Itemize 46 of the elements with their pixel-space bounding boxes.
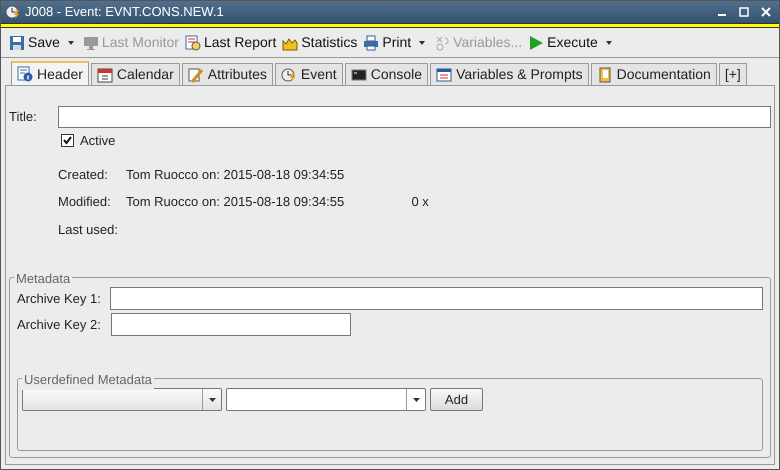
clock-icon bbox=[280, 66, 297, 82]
tab[interactable]: Variables & Prompts bbox=[430, 63, 589, 85]
last-used-label: Last used: bbox=[58, 220, 119, 238]
maximize-icon[interactable] bbox=[739, 7, 749, 17]
toolbar-button[interactable]: Last Report bbox=[184, 30, 276, 54]
clock-icon bbox=[5, 4, 21, 20]
toolbar-button[interactable]: Statistics bbox=[282, 30, 358, 54]
monitor-icon bbox=[82, 34, 99, 50]
toolbar-button[interactable]: Print bbox=[363, 30, 428, 54]
tab[interactable]: Console bbox=[344, 63, 428, 85]
report-icon bbox=[184, 34, 201, 50]
info-document-icon bbox=[17, 66, 33, 82]
add-button[interactable]: Add bbox=[430, 388, 483, 411]
created-value: Tom Ruocco on: 2015-08-18 09:34:55 bbox=[126, 166, 346, 184]
window-icon bbox=[436, 66, 452, 82]
modified-label: Modified: bbox=[58, 193, 112, 211]
active-checkbox[interactable] bbox=[61, 134, 74, 148]
printer-icon bbox=[363, 34, 380, 50]
toolbar-button[interactable]: Save bbox=[9, 30, 77, 54]
archive-key-label: Archive Key 1: bbox=[17, 290, 102, 308]
close-icon[interactable] bbox=[761, 7, 771, 17]
play-icon bbox=[528, 34, 544, 50]
tab[interactable]: Event bbox=[274, 63, 343, 85]
pencil-icon bbox=[188, 66, 204, 82]
calendar-icon bbox=[96, 66, 113, 82]
window-title: J008 - Event: EVNT.CONS.NEW.1 bbox=[25, 3, 224, 22]
variables-icon bbox=[434, 34, 450, 50]
toolbar-button[interactable]: Execute bbox=[528, 30, 615, 54]
tab[interactable]: Calendar bbox=[90, 63, 180, 85]
archive-key-label: Archive Key 2: bbox=[17, 316, 102, 334]
created-label: Created: bbox=[58, 166, 109, 184]
modified-value: Tom Ruocco on: 2015-08-18 09:34:55 bbox=[126, 193, 346, 211]
title-label: Title: bbox=[9, 108, 38, 126]
value-dropdown[interactable] bbox=[226, 388, 426, 411]
console-icon bbox=[350, 66, 367, 82]
tab[interactable]: Documentation bbox=[590, 63, 717, 85]
archive-key-field[interactable] bbox=[110, 287, 763, 310]
tab[interactable]: Attributes bbox=[182, 63, 273, 85]
tab[interactable]: [+] bbox=[718, 63, 747, 85]
tab[interactable]: Header bbox=[11, 61, 89, 85]
active-label: Active bbox=[80, 132, 116, 150]
book-icon bbox=[596, 66, 613, 82]
key-dropdown[interactable] bbox=[22, 388, 222, 411]
title-field[interactable] bbox=[58, 106, 771, 128]
modification-count: 0 x bbox=[410, 193, 430, 211]
archive-key-field[interactable] bbox=[111, 313, 351, 336]
